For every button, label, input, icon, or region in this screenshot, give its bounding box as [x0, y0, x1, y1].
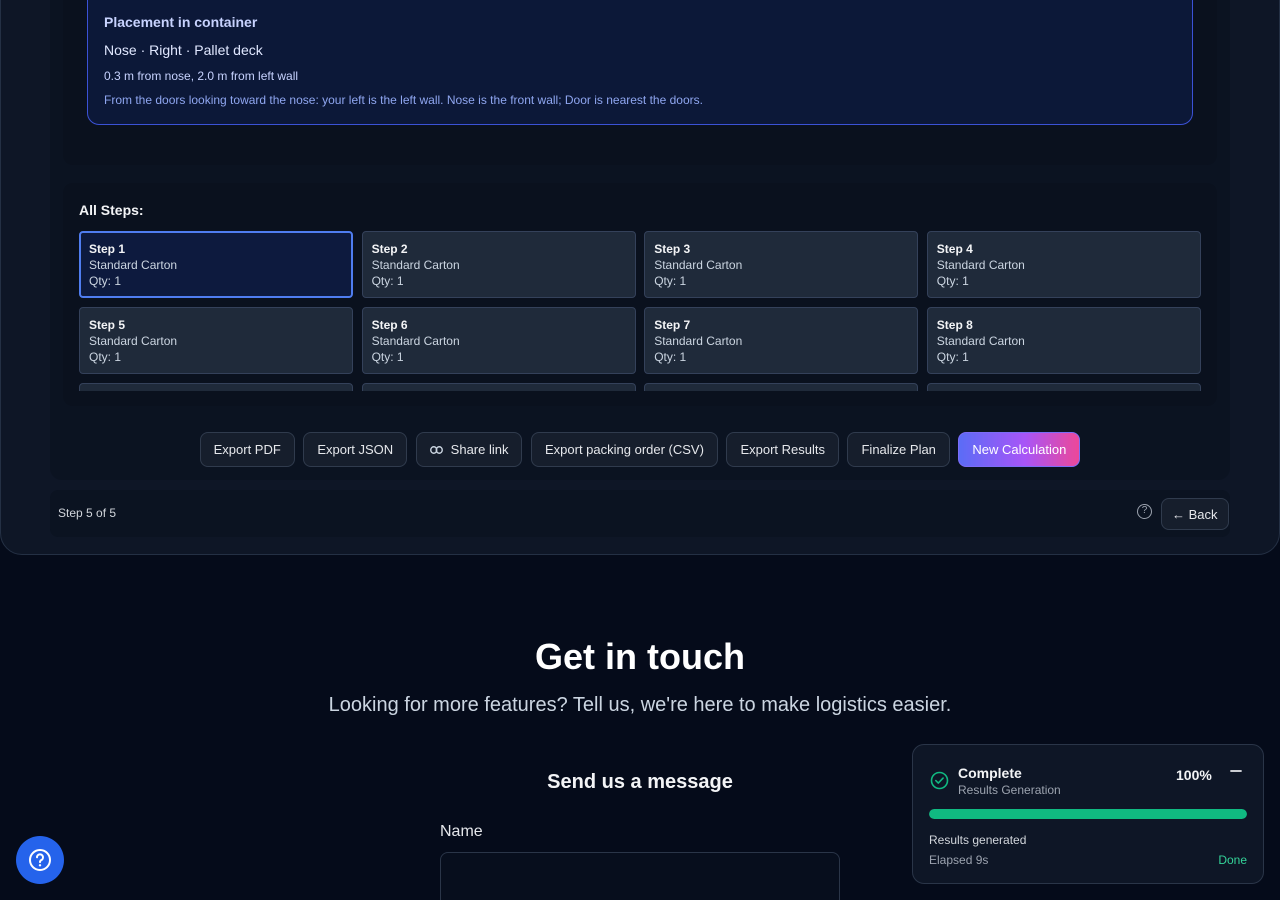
new-calculation-button[interactable]: New Calculation [958, 432, 1081, 467]
contact-subtitle: Looking for more features? Tell us, we'r… [328, 694, 952, 716]
step-type: Standard Carton [936, 334, 1025, 348]
step-card[interactable]: Step 4 Standard Carton Qty: 1 [926, 231, 1201, 298]
wizard-footer: Step 5 of 5 ? ← Back [50, 490, 1230, 537]
step-label: Step 7 [654, 318, 691, 332]
placement-title: Placement in container [104, 14, 258, 30]
placement-distance: 0.3 m from nose, 2.0 m from left wall [104, 69, 299, 83]
step-label: Step 5 [89, 318, 126, 332]
step-label: Step 8 [936, 318, 973, 332]
all-steps-title: All Steps: [79, 202, 144, 218]
step-card[interactable] [79, 383, 353, 391]
step-card[interactable]: Step 1 Standard Carton Qty: 1 [79, 231, 353, 298]
step-qty: Qty: 1 [936, 274, 969, 288]
all-steps-section: All Steps: Step 1 Standard Carton Qty: 1… [63, 183, 1217, 406]
steps-scroll-area[interactable]: Step 1 Standard Carton Qty: 1 Step 2 Sta… [79, 231, 1201, 391]
progress-percent: 100% [1176, 767, 1212, 783]
step-type: Standard Carton [89, 258, 178, 272]
steps-grid: Step 1 Standard Carton Qty: 1 Step 2 Sta… [79, 231, 1201, 391]
contact-title: Get in touch [535, 636, 745, 677]
help-icon[interactable]: ? [1137, 504, 1152, 519]
toast-subtitle: Results Generation [958, 783, 1061, 797]
elapsed-time: Elapsed 9s [929, 853, 989, 867]
back-button[interactable]: ← Back [1161, 498, 1229, 530]
step-card[interactable]: Step 6 Standard Carton Qty: 1 [361, 307, 636, 374]
progress-bar [929, 809, 1247, 819]
step-type: Standard Carton [936, 258, 1025, 272]
check-circle-icon [930, 771, 949, 790]
progress-bar-fill [929, 809, 1247, 819]
minimize-icon[interactable] [1227, 764, 1245, 782]
action-toolbar: Export PDF Export JSON Share link Export… [0, 432, 1280, 467]
step-card[interactable] [926, 383, 1201, 391]
floating-help-button[interactable] [16, 836, 64, 884]
share-link-label: Share link [450, 442, 509, 457]
placement-box: Placement in container Nose · Right · Pa… [87, 0, 1193, 125]
step-qty: Qty: 1 [371, 274, 404, 288]
link-icon [429, 443, 443, 457]
step-card[interactable]: Step 7 Standard Carton Qty: 1 [644, 307, 919, 374]
step-card[interactable]: Step 3 Standard Carton Qty: 1 [644, 231, 919, 298]
step-qty: Qty: 1 [654, 274, 687, 288]
progress-toast: Complete Results Generation 100% Results… [912, 744, 1264, 884]
toast-message: Results generated [929, 833, 1027, 847]
step-qty: Qty: 1 [371, 350, 404, 364]
step-qty: Qty: 1 [89, 350, 122, 364]
step-label: Step 6 [371, 318, 408, 332]
step-label: Step 4 [936, 242, 973, 256]
step-label: Step 3 [654, 242, 691, 256]
step-type: Standard Carton [371, 258, 460, 272]
name-input[interactable] [440, 852, 840, 900]
placement-position: Nose · Right · Pallet deck [104, 42, 263, 58]
step-counter: Step 5 of 5 [58, 506, 117, 520]
toast-title: Complete [958, 765, 1022, 781]
name-label: Name [440, 823, 483, 840]
step-label: Step 1 [89, 242, 126, 256]
step-card[interactable]: Step 8 Standard Carton Qty: 1 [926, 307, 1201, 374]
step-card[interactable]: Step 5 Standard Carton Qty: 1 [79, 307, 353, 374]
export-csv-button[interactable]: Export packing order (CSV) [530, 432, 718, 467]
step-type: Standard Carton [654, 334, 743, 348]
export-json-button[interactable]: Export JSON [303, 432, 408, 467]
step-card[interactable]: Step 2 Standard Carton Qty: 1 [361, 231, 636, 298]
placement-note: From the doors looking toward the nose: … [104, 93, 703, 107]
share-link-button[interactable]: Share link [415, 432, 523, 467]
step-type: Standard Carton [654, 258, 743, 272]
step-label: Step 2 [371, 242, 408, 256]
step-type: Standard Carton [371, 334, 460, 348]
export-results-button[interactable]: Export Results [726, 432, 839, 467]
finalize-plan-button[interactable]: Finalize Plan [847, 432, 950, 467]
status-done: Done [1218, 853, 1247, 867]
step-card[interactable] [644, 383, 919, 391]
step-qty: Qty: 1 [654, 350, 687, 364]
step-qty: Qty: 1 [936, 350, 969, 364]
step-qty: Qty: 1 [89, 274, 122, 288]
step-type: Standard Carton [89, 334, 178, 348]
step-card[interactable] [361, 383, 636, 391]
export-pdf-button[interactable]: Export PDF [199, 432, 295, 467]
question-circle-icon [29, 849, 51, 871]
